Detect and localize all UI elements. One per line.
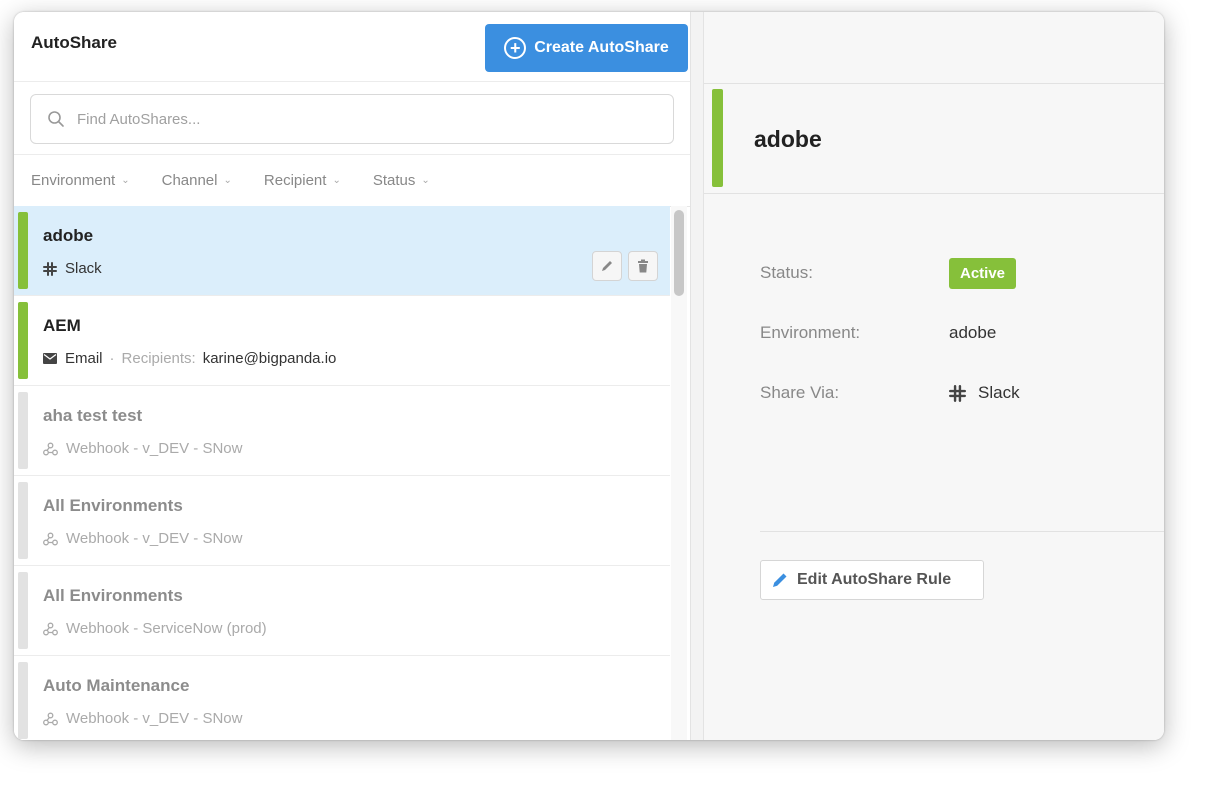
create-autoshare-label: Create AutoShare <box>534 38 669 56</box>
channel-label: Webhook - v_DEV - SNow <box>66 530 243 547</box>
status-label: Status: <box>760 263 813 282</box>
list-item[interactable]: All Environments Webhook - ServiceNow (p… <box>14 566 670 656</box>
item-channel: Webhook - v_DEV - SNow <box>43 710 670 727</box>
search-container <box>14 82 690 155</box>
chevron-down-icon: ⌄ <box>121 175 130 186</box>
item-channel: Webhook - ServiceNow (prod) <box>43 620 670 637</box>
list-item[interactable]: All Environments Webhook - v_DEV - SNow <box>14 476 670 566</box>
channel-label: Webhook - v_DEV - SNow <box>66 440 243 457</box>
delete-button[interactable] <box>628 251 658 281</box>
chevron-down-icon: ⌄ <box>332 175 341 186</box>
search-icon <box>48 111 64 127</box>
webhook-icon <box>43 442 58 456</box>
autoshare-list: adobe Slack AEM Email · Recipients: kari… <box>14 206 670 740</box>
environment-value: adobe <box>949 323 997 342</box>
filter-recipient-label: Recipient <box>263 172 327 189</box>
divider-line <box>760 531 1164 532</box>
autoshare-window: AutoShare + Create AutoShare Environment… <box>14 12 1164 740</box>
detail-header: adobe <box>704 84 1164 194</box>
status-indicator <box>18 662 28 739</box>
environment-label: Environment: <box>760 323 861 342</box>
list-item[interactable]: Auto Maintenance Webhook - v_DEV - SNow <box>14 656 670 740</box>
item-name: aha test test <box>43 406 143 425</box>
list-item[interactable]: AEM Email · Recipients: karine@bigpanda.… <box>14 296 670 386</box>
status-indicator <box>18 212 28 289</box>
item-name: AEM <box>43 316 81 335</box>
pencil-icon <box>602 261 612 271</box>
email-icon <box>43 353 57 364</box>
slack-icon <box>949 384 966 402</box>
autoshare-detail-panel: adobe Status: Active Environment: adobe … <box>704 12 1164 740</box>
status-indicator <box>18 572 28 649</box>
status-badge: Active <box>949 257 1017 289</box>
webhook-icon <box>43 712 58 726</box>
webhook-icon <box>43 532 58 546</box>
item-channel: Email · Recipients: karine@bigpanda.io <box>43 350 670 367</box>
recipients-value: karine@bigpanda.io <box>202 350 337 367</box>
filter-bar: Environment ⌄ Channel ⌄ Recipient ⌄ Status ⌄ <box>14 155 690 207</box>
channel-label: Webhook - v_DEV - SNow <box>66 710 243 727</box>
separator-dot: · <box>109 350 115 367</box>
edit-autoshare-rule-label: Edit AutoShare Rule <box>797 571 952 588</box>
status-indicator <box>18 392 28 469</box>
chevron-down-icon: ⌄ <box>223 175 232 186</box>
filter-channel[interactable]: Channel ⌄ <box>162 172 232 189</box>
detail-toolbar <box>704 12 1164 84</box>
list-item[interactable]: aha test test Webhook - v_DEV - SNow <box>14 386 670 476</box>
status-row: Status: Active <box>760 257 1020 289</box>
panel-divider[interactable] <box>690 12 704 740</box>
item-channel: Webhook - v_DEV - SNow <box>43 440 670 457</box>
filter-status-label: Status <box>372 172 416 189</box>
plus-circle-icon: + <box>504 36 527 59</box>
item-channel: Webhook - v_DEV - SNow <box>43 530 670 547</box>
status-indicator <box>18 302 28 379</box>
chevron-down-icon: ⌄ <box>421 175 430 186</box>
status-indicator <box>712 89 723 187</box>
item-name: All Environments <box>43 496 183 515</box>
item-name: All Environments <box>43 586 183 605</box>
list-header: AutoShare + Create AutoShare <box>14 12 690 82</box>
share-via-value: Slack <box>978 383 1020 402</box>
trash-icon <box>638 259 648 273</box>
share-via-label: Share Via: <box>760 383 840 402</box>
channel-label: Email <box>65 350 103 367</box>
filter-environment[interactable]: Environment ⌄ <box>31 172 130 189</box>
row-actions <box>592 251 658 281</box>
search-input[interactable] <box>77 110 597 128</box>
detail-title: adobe <box>754 126 822 152</box>
autoshare-list-panel: AutoShare + Create AutoShare Environment… <box>14 12 690 740</box>
edit-autoshare-rule-button[interactable]: Edit AutoShare Rule <box>760 560 984 600</box>
item-name: Auto Maintenance <box>43 676 190 695</box>
filter-recipient[interactable]: Recipient ⌄ <box>264 172 341 189</box>
detail-fields: Status: Active Environment: adobe Share … <box>760 257 1020 438</box>
pencil-icon <box>773 573 787 587</box>
channel-label: Webhook - ServiceNow (prod) <box>66 620 267 637</box>
filter-status[interactable]: Status ⌄ <box>373 172 430 189</box>
share-via-row: Share Via: Slack <box>760 378 1020 408</box>
create-autoshare-button[interactable]: + Create AutoShare <box>485 23 688 72</box>
filter-environment-label: Environment <box>31 172 116 189</box>
filter-channel-label: Channel <box>161 172 218 189</box>
list-item[interactable]: adobe Slack <box>14 206 670 296</box>
slack-icon <box>43 261 57 276</box>
item-name: adobe <box>43 226 94 245</box>
recipients-label: Recipients: <box>121 350 196 367</box>
page-title: AutoShare <box>31 32 117 52</box>
edit-button[interactable] <box>592 251 622 281</box>
environment-row: Environment: adobe <box>760 318 1020 348</box>
status-indicator <box>18 482 28 559</box>
webhook-icon <box>43 622 58 636</box>
scrollbar-thumb[interactable] <box>674 210 684 296</box>
item-channel: Slack <box>43 260 670 277</box>
channel-label: Slack <box>65 260 102 277</box>
search-box[interactable] <box>30 94 674 144</box>
